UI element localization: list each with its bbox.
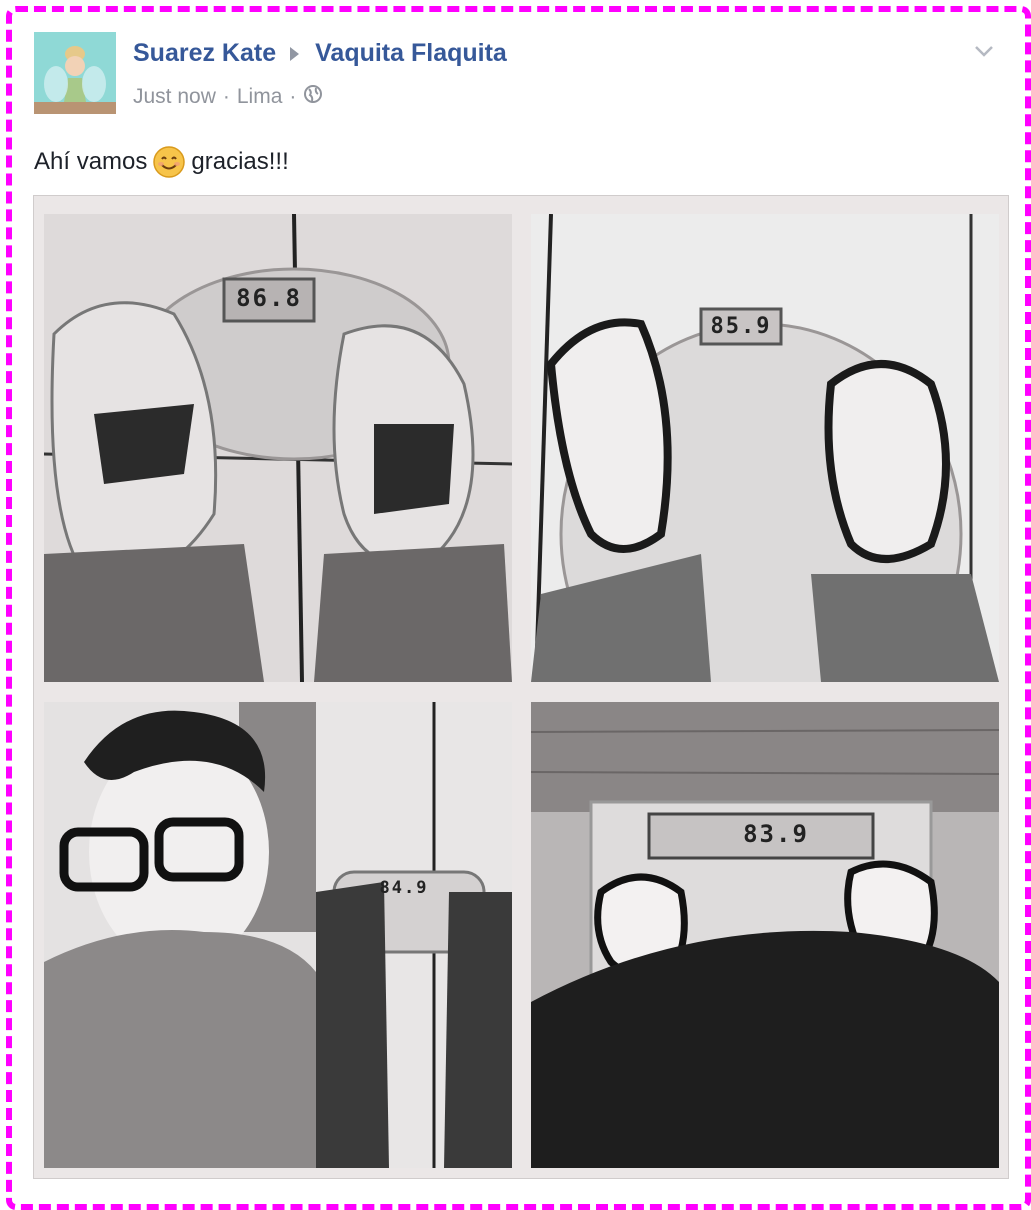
highlight-frame: Suarez Kate Vaquita Flaquita Just now · … xyxy=(6,6,1031,1210)
globe-icon[interactable] xyxy=(303,84,323,110)
chevron-down-icon[interactable] xyxy=(973,40,995,62)
post-card: Suarez Kate Vaquita Flaquita Just now · … xyxy=(12,12,1025,1204)
post-message: Ahí vamos gracias!!! xyxy=(34,146,289,178)
smiling-face-icon xyxy=(153,146,186,178)
message-text-start: Ahí vamos xyxy=(34,148,148,175)
scale-reading: 83.9 xyxy=(743,820,809,848)
photo-collage: 86.8 85.9 84.9 83.9 xyxy=(33,195,1009,1179)
author-link[interactable]: Suarez Kate xyxy=(133,39,276,68)
group-link[interactable]: Vaquita Flaquita xyxy=(315,39,507,68)
post-meta: Just now · Lima · xyxy=(133,84,323,110)
post-header-names: Suarez Kate Vaquita Flaquita xyxy=(133,39,507,68)
photo-flipflops-scale-2[interactable]: 83.9 xyxy=(531,702,999,1168)
photo-sneakers-scale[interactable]: 86.8 xyxy=(44,214,512,682)
separator-dot: · xyxy=(289,85,297,108)
separator-dot: · xyxy=(222,85,230,108)
message-text-end: gracias!!! xyxy=(191,148,289,175)
scale-reading: 85.9 xyxy=(710,314,772,339)
photo-flipflops-scale[interactable]: 85.9 xyxy=(531,214,999,682)
location-link[interactable]: Lima xyxy=(237,85,283,109)
scale-reading: 86.8 xyxy=(236,284,302,312)
photo-selfie-and-scale[interactable]: 84.9 xyxy=(44,702,512,1168)
scale-reading: 84.9 xyxy=(379,878,429,898)
right-triangle-icon xyxy=(290,46,300,61)
avatar[interactable] xyxy=(34,32,116,114)
timestamp-link[interactable]: Just now xyxy=(133,85,216,109)
